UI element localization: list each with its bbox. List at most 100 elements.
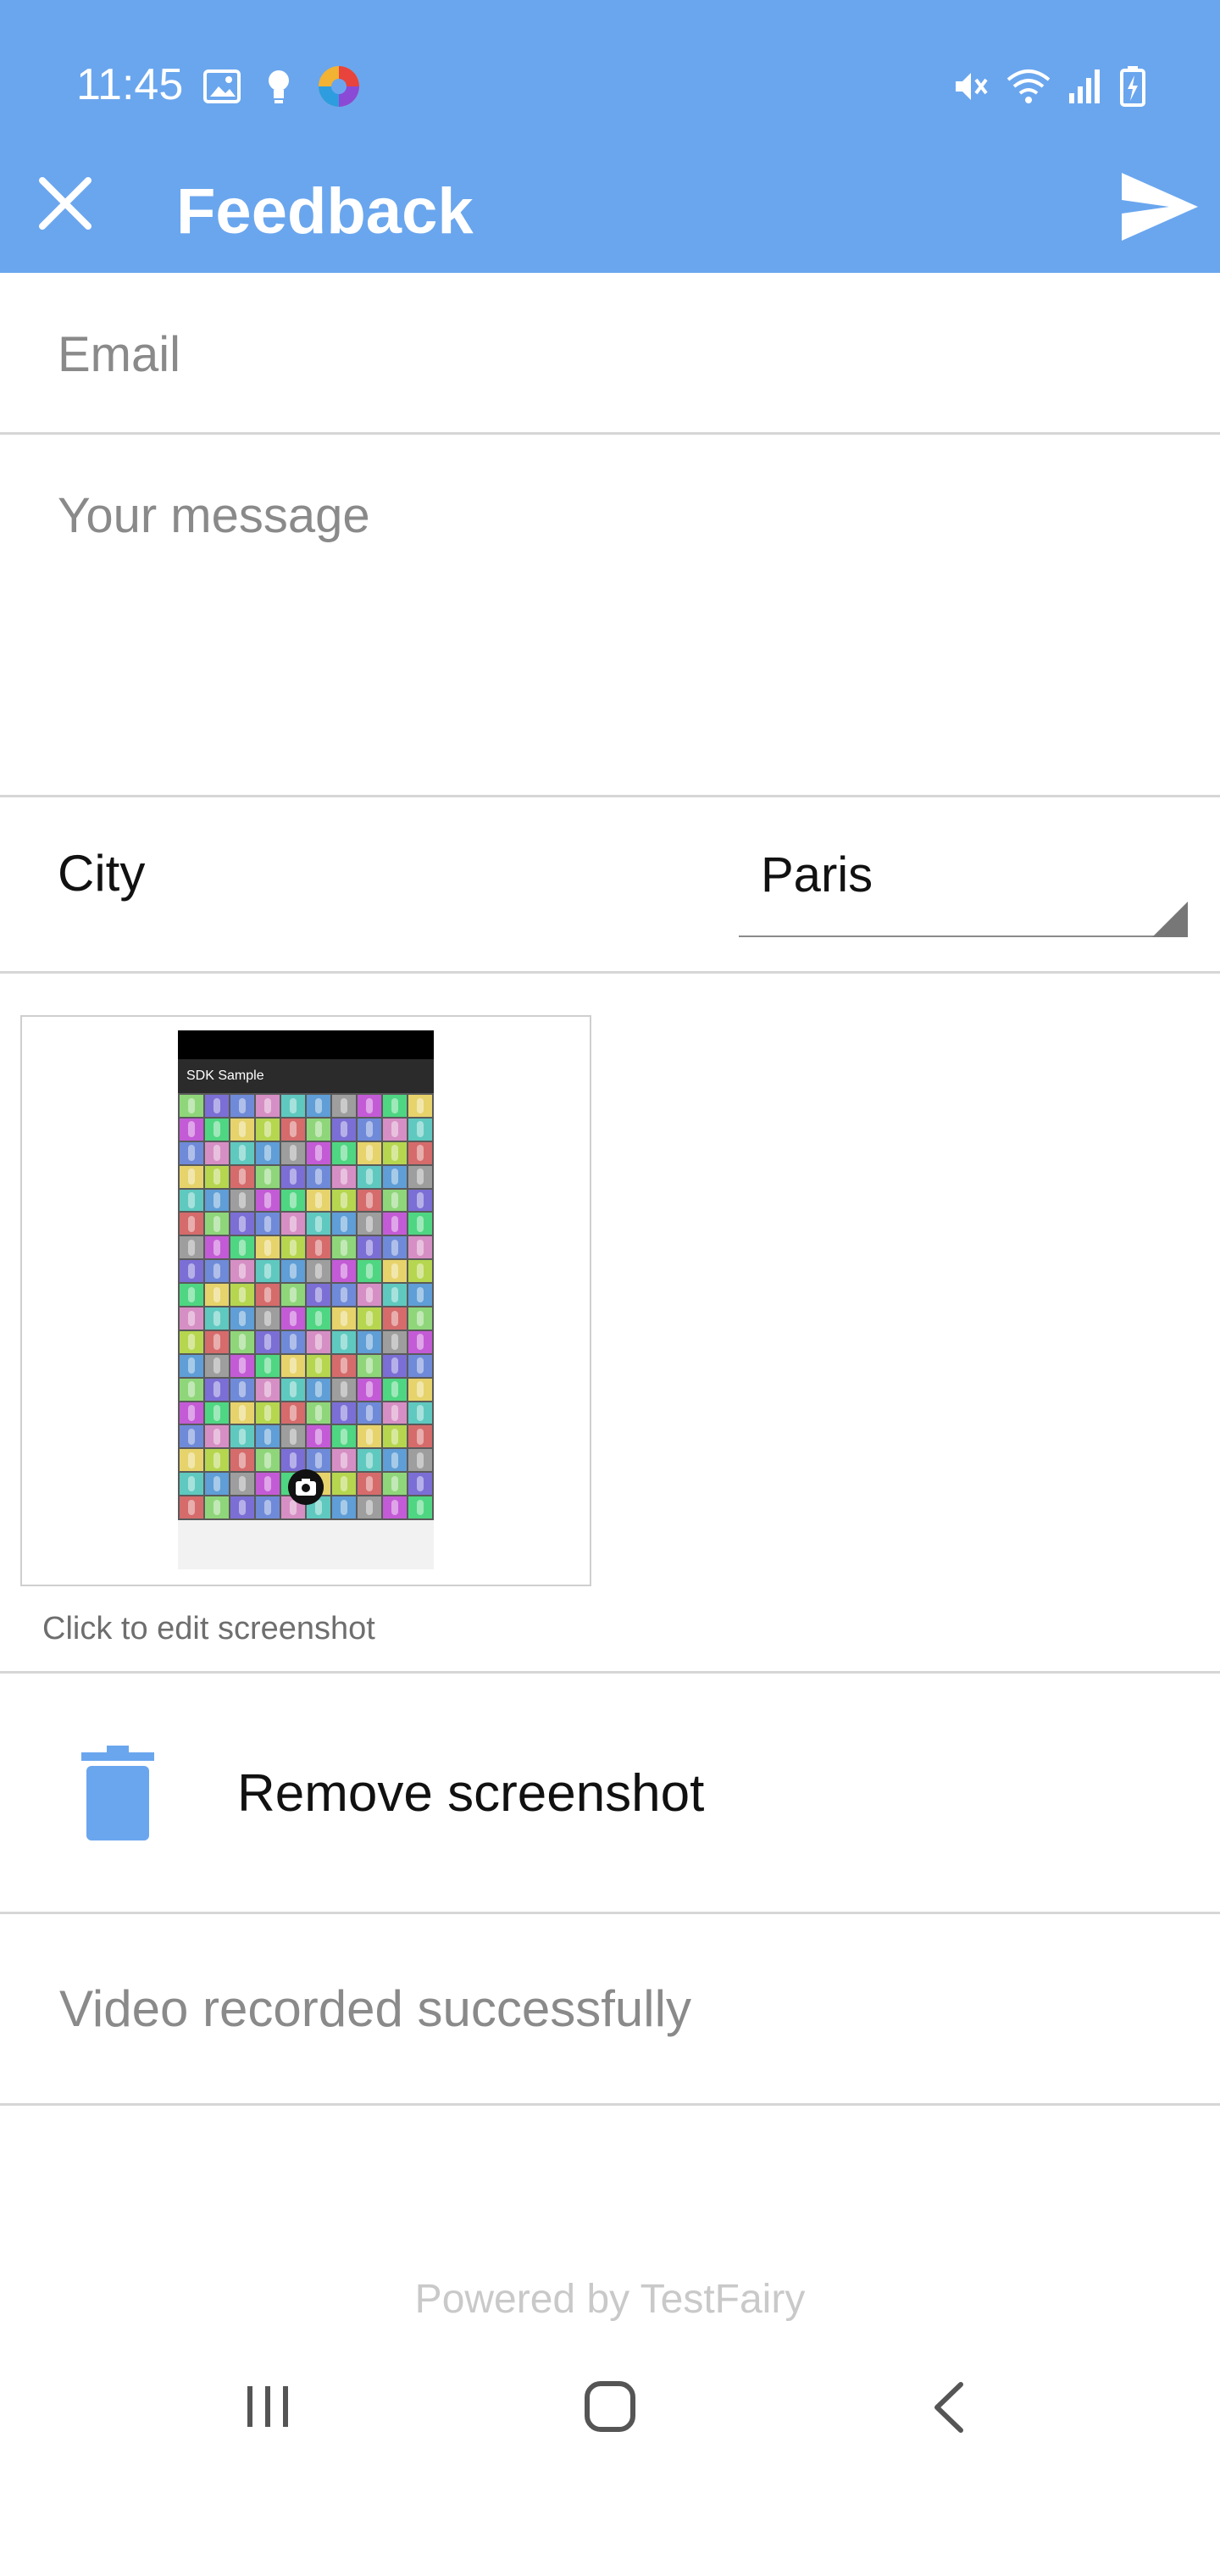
bulb-icon	[269, 70, 289, 103]
preview-tile	[383, 1425, 407, 1448]
image-icon	[203, 69, 241, 103]
preview-tile	[332, 1118, 356, 1141]
preview-tile	[307, 1449, 330, 1472]
preview-tile	[408, 1449, 432, 1472]
preview-tile	[358, 1307, 381, 1330]
preview-tile	[230, 1449, 254, 1472]
trash-icon[interactable]	[81, 1746, 154, 1840]
preview-tile	[383, 1236, 407, 1259]
preview-tile	[408, 1165, 432, 1188]
battery-charging-icon	[1120, 66, 1145, 107]
preview-tile	[205, 1354, 229, 1377]
preview-tile	[332, 1260, 356, 1283]
mute-icon	[956, 73, 988, 100]
preview-tile	[383, 1118, 407, 1141]
preview-tile	[230, 1095, 254, 1117]
recent-apps-icon[interactable]	[242, 2383, 293, 2430]
preview-tile	[205, 1473, 229, 1496]
preview-tile	[256, 1354, 280, 1377]
preview-tile	[358, 1425, 381, 1448]
preview-tile	[358, 1473, 381, 1496]
preview-tile	[281, 1449, 305, 1472]
page-title: Feedback	[176, 175, 474, 247]
preview-tile	[230, 1141, 254, 1164]
divider	[0, 432, 1220, 435]
preview-tile	[408, 1284, 432, 1306]
preview-tile	[256, 1473, 280, 1496]
home-icon[interactable]	[583, 2379, 637, 2434]
preview-tile	[358, 1496, 381, 1518]
preview-tile	[281, 1165, 305, 1188]
email-field[interactable]: Email	[58, 325, 180, 385]
preview-tile	[256, 1284, 280, 1306]
preview-tile	[332, 1095, 356, 1117]
message-field[interactable]: Your message	[58, 486, 370, 546]
preview-tile	[180, 1378, 203, 1401]
preview-tile	[332, 1473, 356, 1496]
preview-tile	[180, 1165, 203, 1188]
status-icons-left	[203, 63, 361, 110]
preview-tile	[408, 1307, 432, 1330]
preview-tile	[180, 1189, 203, 1212]
preview-tile	[256, 1213, 280, 1235]
city-value[interactable]: Paris	[761, 846, 873, 905]
preview-tile	[180, 1496, 203, 1518]
preview-tile	[307, 1307, 330, 1330]
preview-tile	[307, 1354, 330, 1377]
preview-tile	[332, 1165, 356, 1188]
preview-app-title: SDK Sample	[186, 1069, 264, 1083]
preview-tile	[408, 1213, 432, 1235]
preview-tile	[230, 1260, 254, 1283]
preview-tile	[332, 1402, 356, 1424]
remove-screenshot-button[interactable]: Remove screenshot	[237, 1763, 704, 1825]
preview-tile	[281, 1118, 305, 1141]
camera-icon[interactable]	[288, 1469, 324, 1505]
preview-tile	[230, 1378, 254, 1401]
preview-tile	[307, 1402, 330, 1424]
preview-tile	[281, 1354, 305, 1377]
close-icon[interactable]	[36, 174, 95, 233]
preview-tile	[332, 1449, 356, 1472]
preview-tile	[358, 1402, 381, 1424]
preview-tile	[332, 1425, 356, 1448]
screenshot-preview[interactable]: SDK Sample	[178, 1030, 434, 1569]
preview-tile	[408, 1141, 432, 1164]
preview-tile-grid	[178, 1093, 434, 1520]
preview-tile	[332, 1141, 356, 1164]
preview-tile	[205, 1236, 229, 1259]
preview-tile	[256, 1165, 280, 1188]
preview-tile	[332, 1354, 356, 1377]
preview-tile	[180, 1213, 203, 1235]
preview-tile	[358, 1189, 381, 1212]
preview-tile	[307, 1095, 330, 1117]
status-icons-right	[952, 63, 1145, 110]
preview-tile	[281, 1425, 305, 1448]
send-icon[interactable]	[1118, 169, 1200, 244]
preview-tile	[408, 1118, 432, 1141]
preview-tile	[205, 1118, 229, 1141]
preview-tile	[408, 1095, 432, 1117]
divider	[0, 1912, 1220, 1914]
preview-tile	[383, 1189, 407, 1212]
screenshot-caption: Click to edit screenshot	[42, 1611, 375, 1646]
preview-tile	[307, 1141, 330, 1164]
preview-tile	[307, 1236, 330, 1259]
preview-tile	[205, 1141, 229, 1164]
divider	[0, 795, 1220, 797]
preview-tile	[332, 1378, 356, 1401]
preview-tile	[383, 1402, 407, 1424]
preview-tile	[180, 1354, 203, 1377]
preview-tile	[332, 1496, 356, 1518]
back-icon[interactable]	[930, 2381, 968, 2434]
dropdown-arrow-icon[interactable]	[1152, 902, 1188, 937]
preview-tile	[205, 1496, 229, 1518]
preview-tile	[180, 1473, 203, 1496]
preview-tile	[256, 1118, 280, 1141]
preview-tile	[358, 1330, 381, 1353]
preview-tile	[383, 1496, 407, 1518]
preview-tile	[358, 1213, 381, 1235]
preview-tile	[383, 1449, 407, 1472]
preview-tile	[383, 1330, 407, 1353]
preview-tile	[358, 1354, 381, 1377]
preview-tile	[307, 1260, 330, 1283]
